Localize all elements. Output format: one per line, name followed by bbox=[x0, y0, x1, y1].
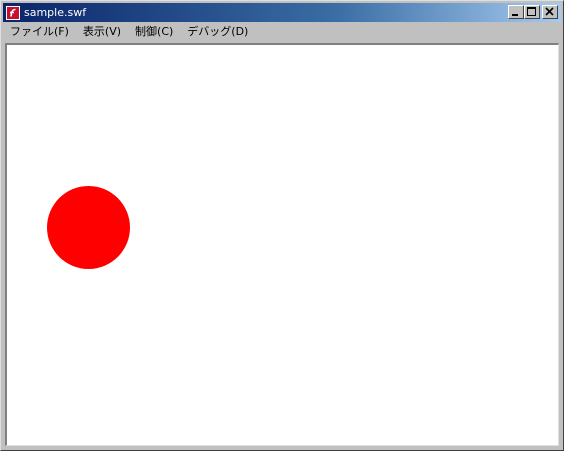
menu-control[interactable]: 制御(C) bbox=[128, 22, 180, 41]
window-controls bbox=[508, 5, 558, 19]
window-title: sample.swf bbox=[24, 6, 87, 19]
menu-file[interactable]: ファイル(F) bbox=[3, 22, 76, 41]
maximize-icon bbox=[527, 7, 536, 16]
flash-player-icon[interactable] bbox=[6, 5, 20, 20]
close-icon bbox=[545, 7, 554, 16]
app-window: sample.swf ファイル(F) 表示(V) 制御(C) デバッグ(D) bbox=[0, 0, 564, 451]
flash-stage[interactable] bbox=[5, 43, 559, 446]
menu-view[interactable]: 表示(V) bbox=[76, 22, 128, 41]
close-button[interactable] bbox=[542, 5, 558, 19]
red-circle bbox=[47, 186, 130, 269]
menu-debug[interactable]: デバッグ(D) bbox=[180, 22, 255, 41]
minimize-button[interactable] bbox=[508, 5, 524, 19]
title-bar[interactable]: sample.swf bbox=[3, 3, 561, 22]
menu-bar: ファイル(F) 表示(V) 制御(C) デバッグ(D) bbox=[3, 22, 561, 41]
minimize-icon bbox=[512, 14, 518, 16]
maximize-button[interactable] bbox=[524, 5, 540, 19]
